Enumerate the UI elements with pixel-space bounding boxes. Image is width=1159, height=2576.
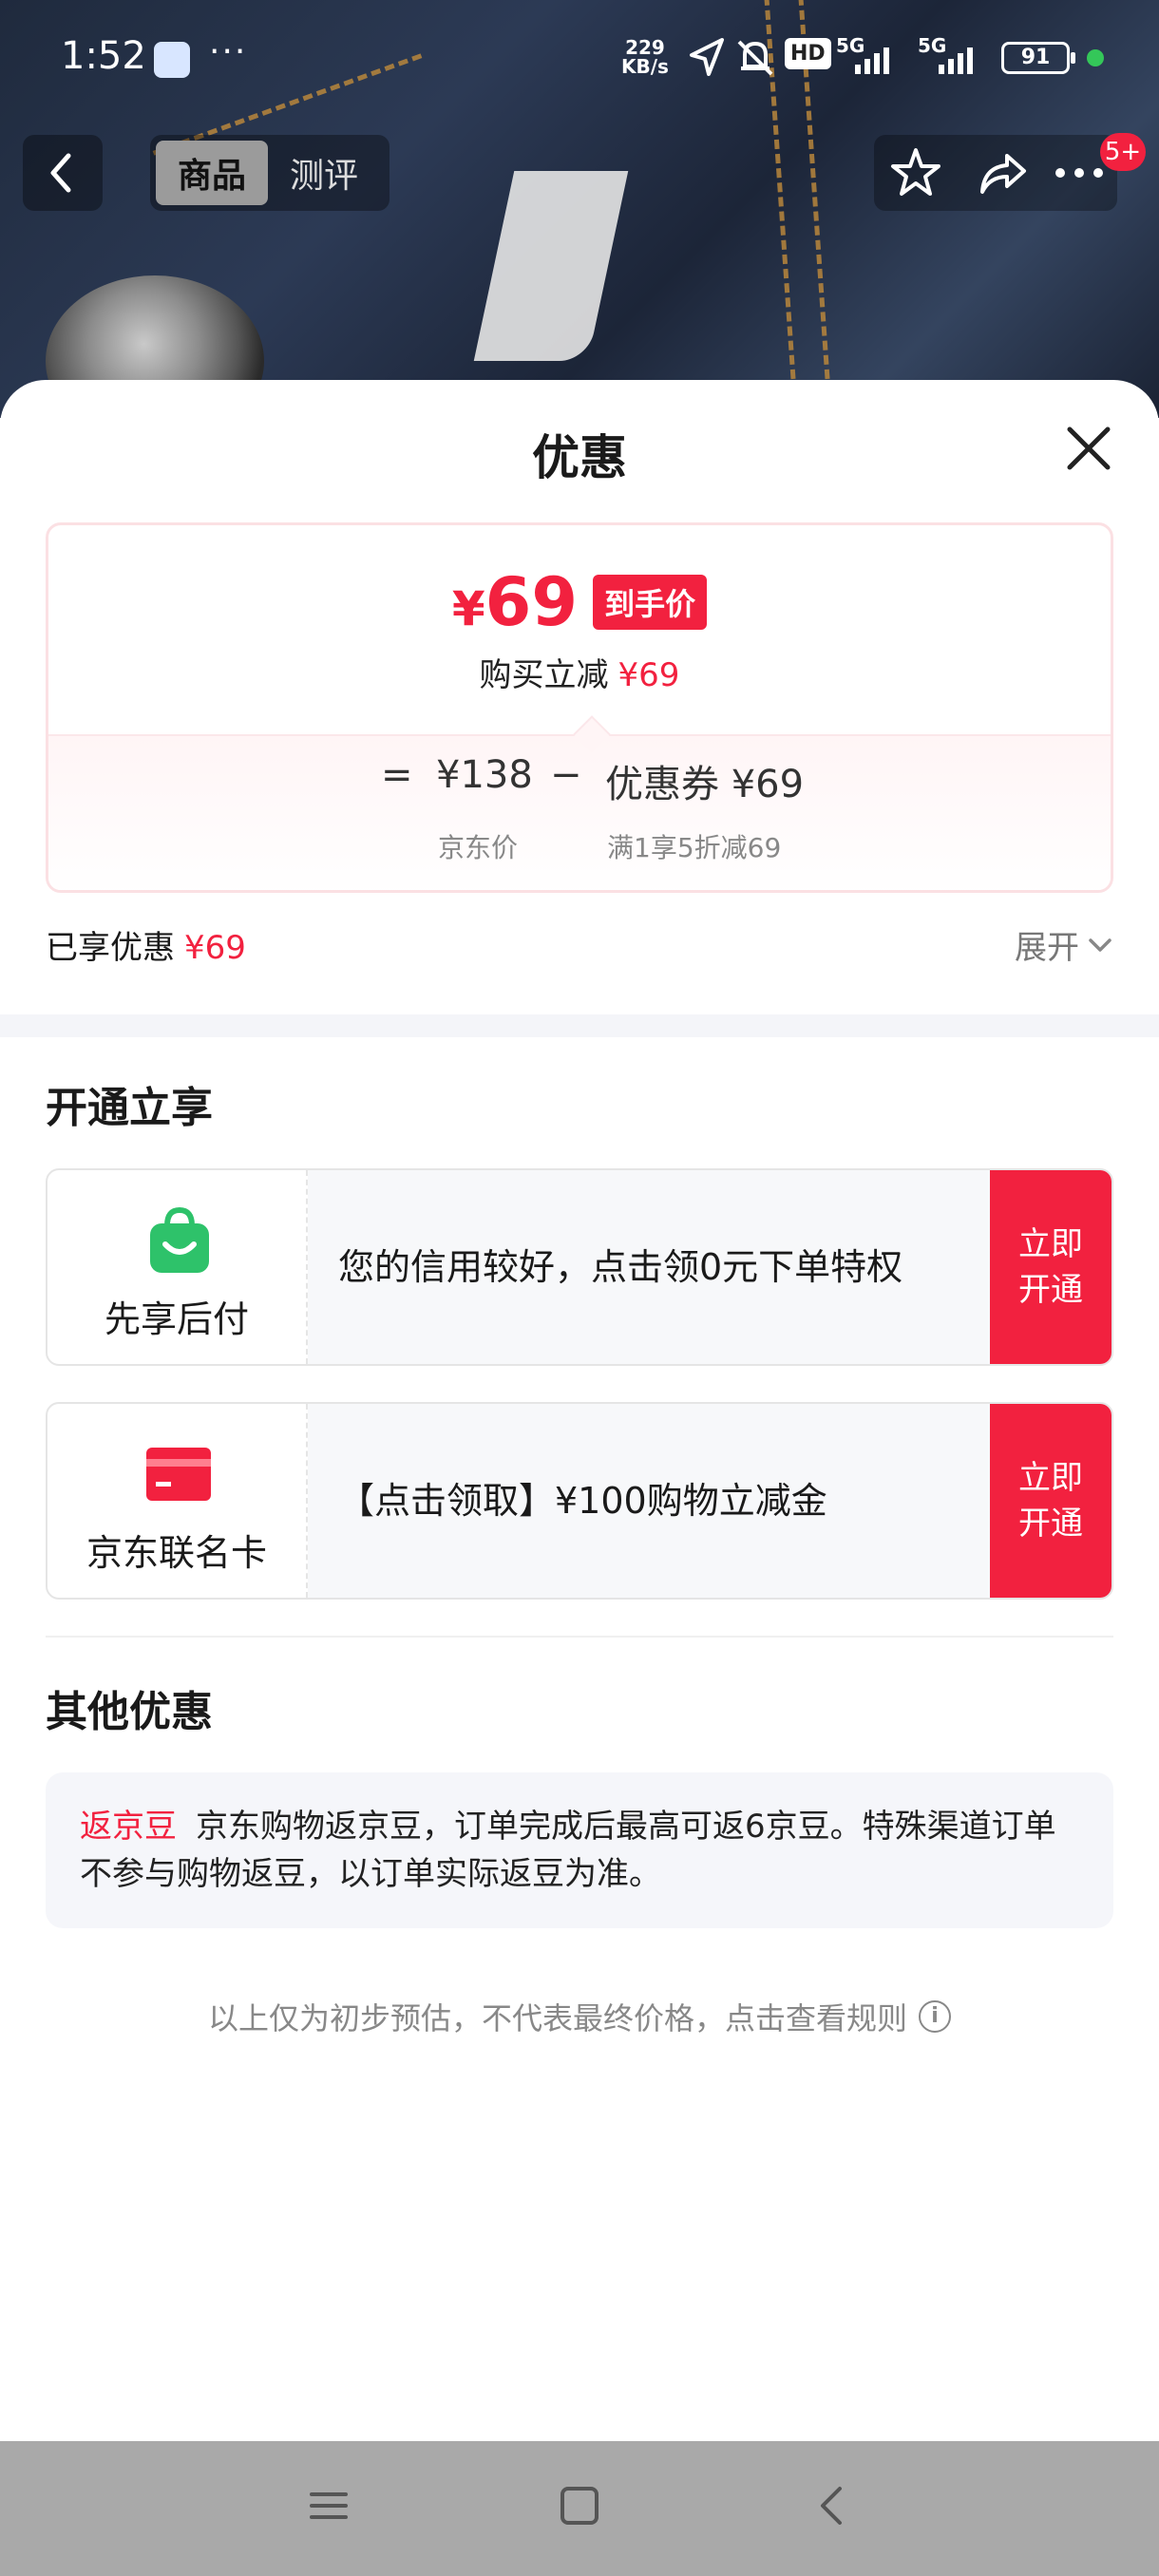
more-icon[interactable]: [1051, 144, 1108, 201]
share-icon[interactable]: [975, 144, 1032, 201]
offer-card-pay-later[interactable]: 先享后付 您的信用较好，点击领0元下单特权 立即开通: [46, 1168, 1113, 1366]
coupon-value: 优惠券 ¥69: [605, 763, 805, 806]
close-icon[interactable]: [1060, 420, 1117, 477]
activate-button[interactable]: 立即开通: [990, 1170, 1112, 1364]
product-tabs: 商品 测评: [150, 135, 390, 211]
enjoyed-label: 已享优惠: [46, 929, 175, 967]
tab-product[interactable]: 商品: [156, 141, 268, 205]
credit-card-icon: [146, 1448, 211, 1501]
enjoyed-discount: 已享优惠 ¥69: [46, 921, 246, 968]
footnote-text: 以上仅为初步预估，不代表最终价格，点击查看规则: [207, 2000, 907, 2036]
message-count-badge: 5+: [1100, 133, 1146, 171]
chevron-left-icon: [50, 153, 71, 193]
offer-description: 【点击领取】¥100购物立减金: [308, 1404, 994, 1598]
currency-symbol: ¥: [451, 581, 485, 636]
network-speed: 229 KB/s: [621, 36, 669, 78]
tab-review[interactable]: 测评: [268, 141, 380, 205]
battery-indicator: 91: [1001, 42, 1075, 74]
chevron-down-icon: [1089, 938, 1112, 952]
info-icon: i: [919, 2000, 951, 2033]
more-notifications-icon: ···: [209, 32, 248, 71]
instant-discount-label: 购买立减: [479, 656, 609, 694]
status-time: 1:52: [61, 34, 146, 78]
instant-discount-line: 购买立减 ¥69: [48, 649, 1111, 695]
open-section-title: 开通立享: [46, 1084, 213, 1132]
final-price: ¥69 到手价: [48, 563, 1111, 641]
system-nav-bar: [0, 2441, 1159, 2576]
offer-card-co-branded[interactable]: 京东联名卡 【点击领取】¥100购物立减金 立即开通: [46, 1402, 1113, 1600]
coupon-rule-label: 满1享5折减69: [607, 832, 782, 863]
rebate-tag: 返京豆: [80, 1808, 177, 1846]
activate-button[interactable]: 立即开通: [990, 1404, 1112, 1598]
notification-app-icon: [154, 42, 190, 78]
bell-muted-icon: [737, 40, 773, 76]
offer-brand: 先享后付: [48, 1170, 308, 1364]
home-icon[interactable]: [557, 2483, 602, 2529]
enjoyed-value: ¥69: [184, 929, 246, 967]
final-price-tag: 到手价: [593, 575, 708, 630]
location-arrow-icon: [690, 38, 724, 76]
other-section-title: 其他优惠: [46, 1688, 213, 1736]
signal-bars-icon: [939, 47, 973, 74]
status-bar: 1:52 ··· 229 KB/s HD 5G 5G 91: [0, 0, 1159, 114]
sheet-title: 优惠: [532, 430, 627, 485]
discount-sheet: 优惠 ¥69 到手价 购买立减 ¥69 = ¥138 − 优惠券 ¥69 京东价 …: [0, 380, 1159, 2441]
denim-pocket-lining: [473, 171, 629, 361]
hd-icon: HD: [785, 38, 831, 69]
back-icon[interactable]: [809, 2483, 855, 2529]
divider: [46, 1636, 1113, 1638]
final-price-value: 69: [484, 563, 579, 641]
rebate-text: 京东购物返京豆，订单完成后最高可返6京豆。特殊渠道订单不参与购物返豆，以订单实际…: [80, 1808, 1056, 1893]
privacy-indicator-dot: [1087, 49, 1104, 66]
offer-name: 京东联名卡: [86, 1532, 267, 1574]
minus-sign: −: [550, 753, 582, 797]
jd-bean-rebate: 返京豆 京东购物返京豆，订单完成后最高可返6京豆。特殊渠道订单不参与购物返豆，以订…: [46, 1772, 1113, 1928]
offer-brand: 京东联名卡: [48, 1404, 308, 1598]
shopping-bag-icon: [150, 1206, 209, 1273]
signal-bars-icon: [855, 47, 889, 74]
instant-discount-value: ¥69: [618, 656, 680, 694]
star-icon[interactable]: [887, 144, 944, 201]
jd-price-label: 京东价: [438, 832, 519, 863]
expand-label: 展开: [1015, 929, 1079, 967]
section-divider: [0, 1014, 1159, 1037]
menu-icon[interactable]: [306, 2483, 352, 2529]
rules-link[interactable]: 以上仅为初步预估，不代表最终价格，点击查看规则 i: [0, 1995, 1159, 2038]
equals-sign: =: [381, 753, 413, 797]
jd-price-value: ¥138: [436, 753, 533, 797]
offer-name: 先享后付: [104, 1298, 249, 1340]
expand-button[interactable]: 展开: [1015, 921, 1113, 968]
price-breakdown-card: ¥69 到手价 购买立减 ¥69 = ¥138 − 优惠券 ¥69 京东价 满1享…: [46, 522, 1113, 893]
offer-description: 您的信用较好，点击领0元下单特权: [308, 1170, 994, 1364]
back-button[interactable]: [23, 135, 103, 211]
